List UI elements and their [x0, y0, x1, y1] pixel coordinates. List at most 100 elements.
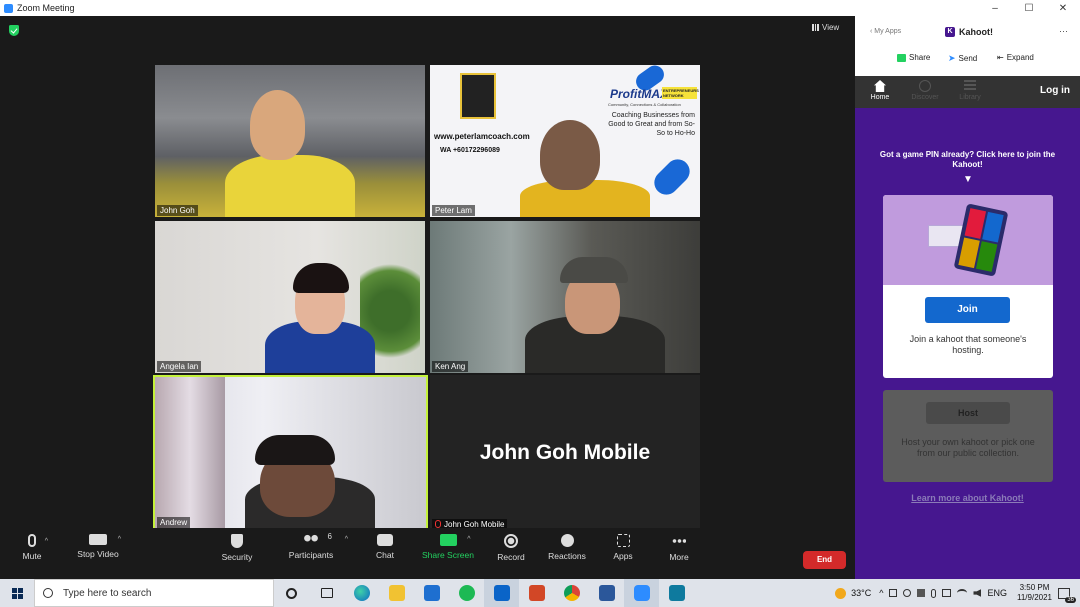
- more-button[interactable]: More: [649, 534, 709, 562]
- show-hidden-icons-icon[interactable]: ^: [879, 588, 883, 598]
- taskbar-app-spotify[interactable]: [449, 579, 484, 607]
- apps-button[interactable]: Apps: [593, 534, 653, 561]
- video-tile-ken-ang[interactable]: Ken Ang: [430, 221, 700, 373]
- share-screen-label: Share Screen: [422, 550, 474, 560]
- taskbar-app-mail[interactable]: [414, 579, 449, 607]
- reactions-label: Reactions: [548, 551, 586, 561]
- grid-icon: [812, 24, 819, 31]
- down-arrow-icon: ▼: [963, 174, 973, 185]
- task-view-button[interactable]: [309, 579, 344, 607]
- chat-bubble-icon: [377, 534, 393, 546]
- share-screen-button[interactable]: ^ Share Screen: [418, 534, 478, 560]
- nav-discover[interactable]: Discover: [907, 80, 943, 101]
- record-label: Record: [497, 552, 525, 562]
- start-button[interactable]: [0, 579, 34, 607]
- share-label: Share: [909, 53, 931, 62]
- end-meeting-button[interactable]: End: [803, 551, 846, 569]
- cortana-button[interactable]: [274, 579, 309, 607]
- view-button[interactable]: View: [812, 23, 839, 32]
- taskbar-app-edge[interactable]: [344, 579, 379, 607]
- security-label: Security: [221, 552, 253, 562]
- search-icon: [43, 588, 53, 598]
- taskbar-app-zoom[interactable]: [624, 579, 659, 607]
- notifications-icon[interactable]: 36: [1058, 587, 1076, 603]
- nav-home[interactable]: Home: [862, 80, 898, 101]
- reactions-button[interactable]: Reactions: [537, 534, 597, 561]
- minimize-button[interactable]: –: [978, 3, 1012, 14]
- game-pin-prompt[interactable]: Got a game PIN already? Click here to jo…: [875, 150, 1060, 170]
- share-action[interactable]: Share: [897, 53, 930, 62]
- close-button[interactable]: ✕: [1046, 3, 1080, 14]
- window-titlebar: Zoom Meeting – ☐ ✕: [0, 0, 1080, 16]
- chat-label: Chat: [376, 550, 394, 560]
- stop-video-button[interactable]: ^ Stop Video: [68, 534, 128, 559]
- video-tile-john-goh[interactable]: John Goh: [155, 65, 425, 217]
- security-button[interactable]: Security: [207, 534, 267, 562]
- microphone-tray-icon[interactable]: [931, 588, 937, 598]
- clock[interactable]: 3:50 PM 11/9/2021: [1017, 583, 1052, 603]
- task-view-icon: [320, 588, 333, 598]
- participant-body: [225, 155, 355, 217]
- participants-button[interactable]: ^ 6 Participants: [281, 532, 348, 560]
- promo-wa: WA +60172296089: [440, 147, 500, 154]
- video-tile-angela-ian[interactable]: Angela Ian: [155, 221, 425, 373]
- nav-library[interactable]: Library: [952, 80, 988, 101]
- mute-label: Mute: [22, 551, 42, 561]
- share-icon: [897, 53, 906, 62]
- battery-icon[interactable]: [942, 589, 952, 597]
- video-camera-icon: ^: [89, 534, 121, 545]
- tray-icon[interactable]: [903, 589, 912, 597]
- microphone-icon: ^: [28, 534, 48, 547]
- host-button[interactable]: Host: [926, 402, 1010, 424]
- login-link[interactable]: Log in: [1040, 85, 1070, 96]
- expand-action[interactable]: ⇤ Expand: [997, 53, 1034, 62]
- kahoot-app-panel: ‹ My Apps K Kahoot! ··· Share ➤ Send ⇤ Exp…: [855, 16, 1080, 579]
- video-tile-john-goh-mobile[interactable]: John Goh Mobile John Goh Mobile: [430, 375, 700, 531]
- taskbar-app-explorer[interactable]: [379, 579, 414, 607]
- join-button[interactable]: Join: [925, 297, 1010, 323]
- video-tile-peter-lam[interactable]: ProfitMAX ENTREPRENEURS NETWORK Communit…: [430, 65, 700, 217]
- language-indicator[interactable]: ENG: [987, 588, 1007, 598]
- my-apps-back-link[interactable]: ‹ My Apps: [870, 28, 901, 35]
- taskbar-app-powerpoint[interactable]: [519, 579, 554, 607]
- kahoot-header: ‹ My Apps K Kahoot! ··· Share ➤ Send ⇤ Exp…: [855, 16, 1080, 76]
- clock-time: 3:50 PM: [1019, 583, 1050, 592]
- tray-icon[interactable]: [917, 589, 926, 597]
- join-illustration: [883, 195, 1053, 285]
- mute-button[interactable]: ^ Mute: [2, 534, 62, 561]
- encryption-shield-icon[interactable]: [9, 25, 19, 36]
- participant-name: Ken Ang: [432, 361, 469, 372]
- taskbar-app-word[interactable]: [589, 579, 624, 607]
- promo-text: Coaching Businesses from Good to Great a…: [608, 112, 695, 137]
- weather-temp[interactable]: 33°C: [851, 588, 871, 598]
- taskbar-search[interactable]: Type here to search: [34, 579, 274, 607]
- book-image: [460, 73, 496, 119]
- promo-brand-sub: ENTREPRENEURS NETWORK: [662, 87, 699, 99]
- expand-icon: ⇤: [997, 53, 1004, 62]
- weather-icon[interactable]: [835, 587, 847, 599]
- promo-tagline: Community, Connections & Collaboration: [608, 102, 681, 107]
- taskbar-app-chrome[interactable]: [554, 579, 589, 607]
- promo-brand: ProfitMAX: [610, 87, 668, 101]
- learn-more-link[interactable]: Learn more about Kahoot!: [875, 493, 1060, 503]
- participant-head: [250, 90, 305, 160]
- chat-button[interactable]: Chat: [355, 534, 415, 560]
- participant-name: Angela Ian: [157, 361, 202, 372]
- participant-hair: [293, 263, 349, 293]
- video-tile-andrew[interactable]: Andrew: [153, 375, 428, 531]
- tray-icon[interactable]: [889, 589, 898, 597]
- participant-name: Andrew: [157, 517, 191, 528]
- volume-icon[interactable]: [973, 589, 982, 597]
- taskbar-app-other[interactable]: [659, 579, 694, 607]
- ellipsis-icon: [672, 539, 686, 543]
- notification-count: 36: [1065, 596, 1076, 603]
- send-icon: ➤: [948, 53, 956, 63]
- join-card: Join Join a kahoot that someone's hostin…: [883, 195, 1053, 378]
- send-action[interactable]: ➤ Send: [948, 53, 977, 64]
- more-options-icon[interactable]: ···: [1059, 26, 1068, 36]
- taskbar-app-outlook[interactable]: [484, 579, 519, 607]
- participant-name: John Goh: [157, 205, 198, 216]
- record-button[interactable]: Record: [481, 534, 541, 562]
- maximize-button[interactable]: ☐: [1012, 3, 1046, 14]
- wifi-icon[interactable]: [957, 589, 968, 597]
